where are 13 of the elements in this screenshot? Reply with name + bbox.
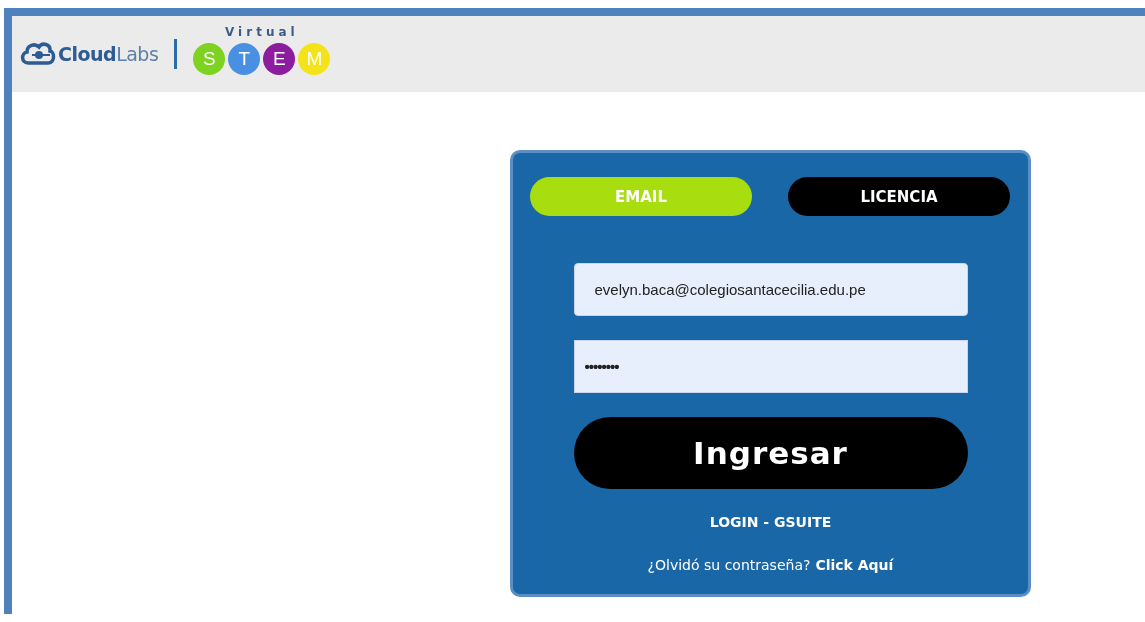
password-field[interactable]: ••••••••: [573, 340, 968, 393]
forgot-password-text: ¿Olvidó su contraseña?: [647, 557, 811, 573]
letter-badge: S: [193, 43, 226, 75]
letter-badge: E: [263, 43, 296, 75]
click-here-link[interactable]: Click Aquí: [815, 557, 894, 573]
gsuite-login-link[interactable]: LOGIN - GSUITE: [709, 514, 832, 530]
letter-badge: M: [298, 43, 331, 75]
letter-badge: T: [228, 43, 261, 75]
tagline: Virtual: [225, 25, 299, 39]
tab[interactable]: LICENCIA: [788, 177, 1010, 216]
brand-name: CloudLabs: [58, 43, 159, 65]
submit-button[interactable]: Ingresar: [573, 417, 968, 489]
email-field[interactable]: evelyn.baca@colegiosantacecilia.edu.pe: [573, 263, 968, 316]
